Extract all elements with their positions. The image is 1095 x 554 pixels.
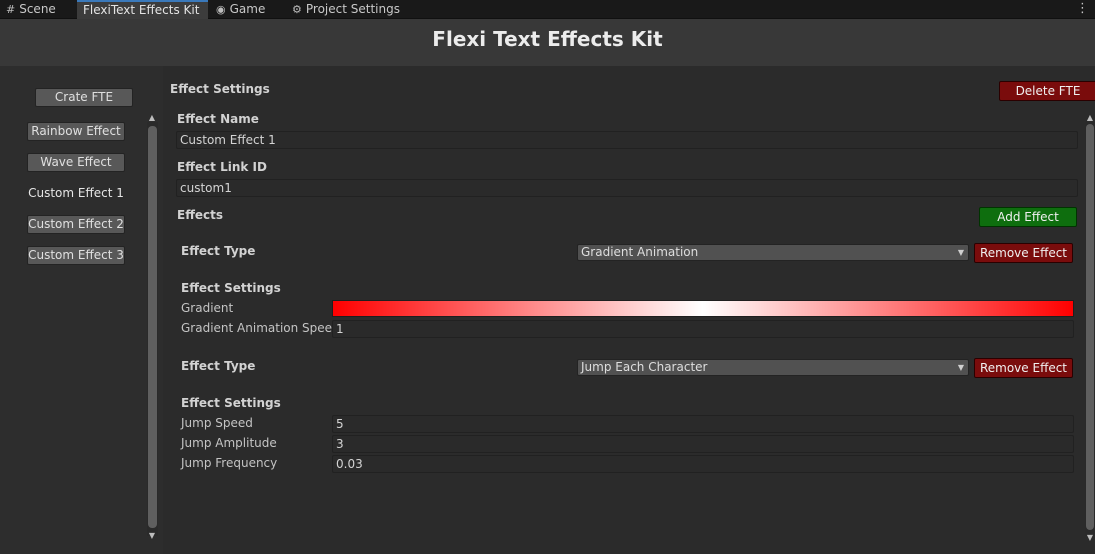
- scroll-up-icon[interactable]: ▲: [147, 114, 157, 122]
- gradient-field[interactable]: [332, 300, 1074, 317]
- jump-speed-field[interactable]: 5: [332, 415, 1074, 433]
- effect-settings-label: Effect Settings: [181, 396, 281, 410]
- sidebar-item-custom-effect-3[interactable]: Custom Effect 3: [27, 246, 125, 265]
- effect-settings-label: Effect Settings: [181, 281, 281, 295]
- effect-link-id-label: Effect Link ID: [177, 160, 267, 174]
- effects-kit-window: Flexi Text Effects Kit Crate FTE Rainbow…: [0, 19, 1095, 554]
- jump-frequency-label: Jump Frequency: [181, 456, 278, 470]
- chevron-down-icon: ▼: [957, 248, 964, 257]
- editor-tab-bar: # Scene FlexiText Effects Kit ◉ Game ⚙ Proj…: [0, 0, 1095, 19]
- effect-settings-panel: Effect Settings Delete FTE Effect Name C…: [163, 66, 1095, 554]
- effect-type-dropdown[interactable]: Gradient Animation ▼: [577, 244, 969, 261]
- sidebar-item-custom-effect-2[interactable]: Custom Effect 2: [27, 215, 125, 234]
- create-fte-button[interactable]: Crate FTE: [35, 88, 133, 107]
- effect-type-label: Effect Type: [181, 244, 256, 258]
- tab-scene[interactable]: # Scene: [0, 0, 62, 19]
- gamepad-icon: ◉: [216, 3, 226, 16]
- scroll-up-icon[interactable]: ▲: [1085, 114, 1095, 122]
- jump-frequency-field[interactable]: 0.03: [332, 455, 1074, 473]
- kebab-menu-icon[interactable]: ⋮: [1076, 0, 1089, 19]
- settings-scroll-thumb[interactable]: [1086, 124, 1094, 530]
- jump-amplitude-field[interactable]: 3: [332, 435, 1074, 453]
- tab-project-settings[interactable]: ⚙ Project Settings: [286, 0, 406, 19]
- effects-sidebar: Crate FTE Rainbow Effect Wave Effect Cus…: [0, 66, 163, 554]
- scroll-down-icon[interactable]: ▼: [147, 532, 157, 540]
- sidebar-scroll-thumb[interactable]: [148, 126, 157, 528]
- effects-label: Effects: [177, 208, 224, 222]
- tab-flexitext-label: FlexiText Effects Kit: [83, 3, 200, 17]
- tab-flexitext-effects-kit[interactable]: FlexiText Effects Kit: [77, 0, 208, 19]
- tab-game[interactable]: ◉ Game: [210, 0, 271, 19]
- effect-name-field[interactable]: Custom Effect 1: [176, 131, 1078, 149]
- effect-type-label: Effect Type: [181, 359, 256, 373]
- sidebar-item-custom-effect-1[interactable]: Custom Effect 1: [27, 184, 125, 203]
- remove-effect-button[interactable]: Remove Effect: [974, 243, 1073, 263]
- gradient-label: Gradient: [181, 301, 234, 315]
- scroll-down-icon[interactable]: ▼: [1085, 534, 1095, 542]
- gradient-animation-speed-label: Gradient Animation Speed: [181, 321, 340, 335]
- delete-fte-button[interactable]: Delete FTE: [999, 81, 1095, 101]
- sidebar-item-wave-effect[interactable]: Wave Effect: [27, 153, 125, 172]
- add-effect-button[interactable]: Add Effect: [979, 207, 1077, 227]
- jump-speed-label: Jump Speed: [181, 416, 253, 430]
- sidebar-item-rainbow-effect[interactable]: Rainbow Effect: [27, 122, 125, 141]
- effect-type-value: Gradient Animation: [581, 245, 699, 259]
- effect-type-dropdown[interactable]: Jump Each Character ▼: [577, 359, 969, 376]
- tab-game-label: Game: [229, 2, 266, 16]
- chevron-down-icon: ▼: [957, 363, 964, 372]
- effect-settings-heading: Effect Settings: [170, 82, 270, 96]
- gear-icon: ⚙: [292, 3, 302, 16]
- jump-amplitude-label: Jump Amplitude: [181, 436, 277, 450]
- tab-project-settings-label: Project Settings: [305, 2, 400, 16]
- remove-effect-button[interactable]: Remove Effect: [974, 358, 1073, 378]
- window-title: Flexi Text Effects Kit: [432, 27, 663, 51]
- effect-type-value: Jump Each Character: [581, 360, 708, 374]
- grid-icon: #: [6, 3, 16, 16]
- effect-name-label: Effect Name: [177, 112, 259, 126]
- effect-link-id-field[interactable]: custom1: [176, 179, 1078, 197]
- tab-scene-label: Scene: [19, 2, 56, 16]
- gradient-animation-speed-field[interactable]: 1: [332, 320, 1074, 338]
